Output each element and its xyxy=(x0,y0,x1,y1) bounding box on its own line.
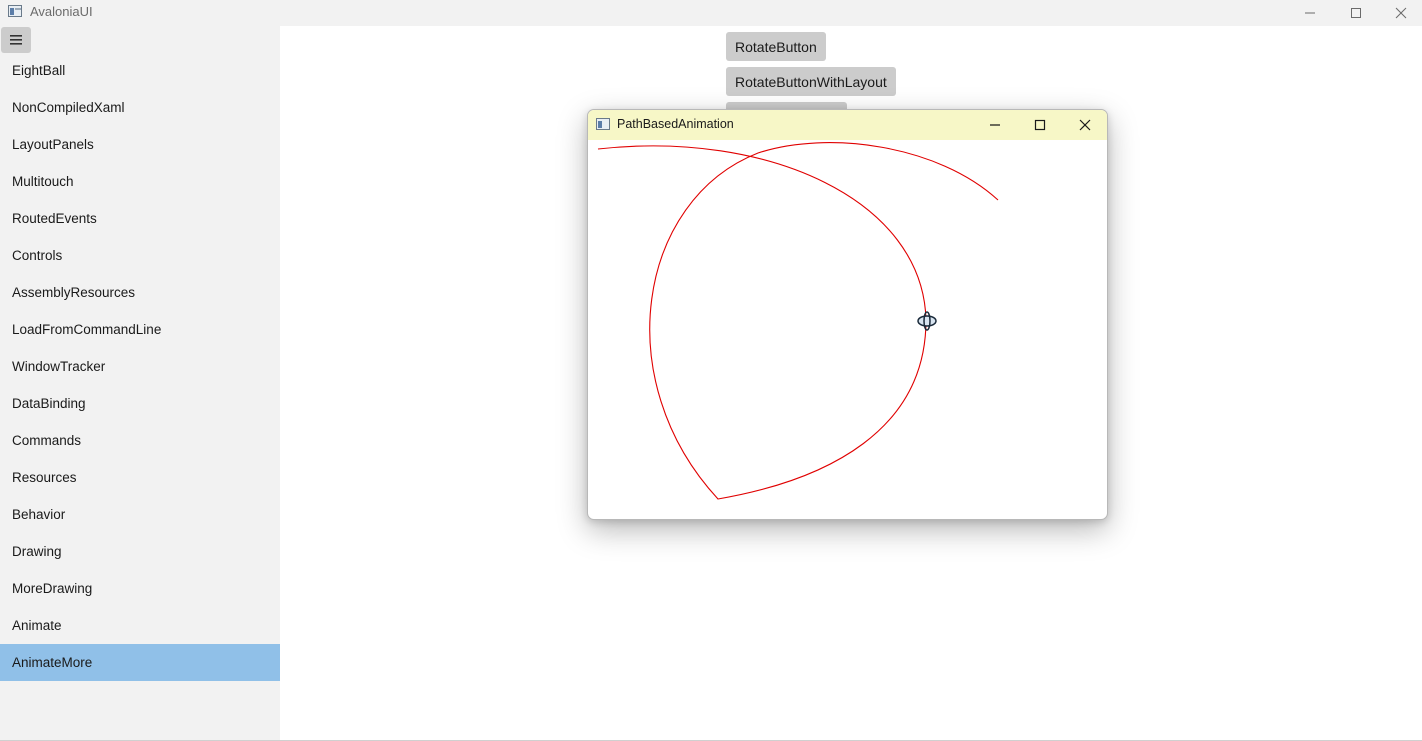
sidebar-item-commands[interactable]: Commands xyxy=(0,422,280,459)
sidebar: EightBall NonCompiledXaml LayoutPanels M… xyxy=(0,26,280,740)
sidebar-item-label: AssemblyResources xyxy=(12,285,136,300)
sidebar-item-label: Resources xyxy=(12,470,77,485)
title-bar[interactable]: AvaloniaUI xyxy=(0,0,1422,26)
path-based-animation-window[interactable]: PathBasedAnimation xyxy=(587,109,1108,520)
sidebar-item-label: DataBinding xyxy=(12,396,86,411)
hamburger-menu-button[interactable] xyxy=(1,27,31,53)
sidebar-item-label: EightBall xyxy=(12,63,66,78)
sidebar-item-label: AnimateMore xyxy=(12,655,93,670)
sidebar-item-loadfromcommandline[interactable]: LoadFromCommandLine xyxy=(0,311,280,348)
sidebar-item-label: NonCompiledXaml xyxy=(12,100,125,115)
close-icon xyxy=(1395,7,1407,19)
sidebar-item-behavior[interactable]: Behavior xyxy=(0,496,280,533)
sidebar-item-multitouch[interactable]: Multitouch xyxy=(0,163,280,200)
rotate-button[interactable]: RotateButton xyxy=(726,32,826,61)
sidebar-item-resources[interactable]: Resources xyxy=(0,459,280,496)
close-icon xyxy=(1079,119,1091,131)
sidebar-item-databinding[interactable]: DataBinding xyxy=(0,385,280,422)
child-minimize-button[interactable] xyxy=(975,112,1015,138)
sidebar-item-eightball[interactable]: EightBall xyxy=(0,52,280,89)
child-maximize-button[interactable] xyxy=(1020,112,1060,138)
maximize-button[interactable] xyxy=(1333,0,1379,26)
sidebar-item-windowtracker[interactable]: WindowTracker xyxy=(0,348,280,385)
maximize-icon xyxy=(1034,119,1046,131)
minimize-icon xyxy=(990,124,1000,126)
sidebar-nav-list: EightBall NonCompiledXaml LayoutPanels M… xyxy=(0,52,280,681)
sidebar-item-drawing[interactable]: Drawing xyxy=(0,533,280,570)
animation-path xyxy=(597,142,999,500)
sidebar-item-label: Behavior xyxy=(12,507,66,522)
sidebar-item-moredrawing[interactable]: MoreDrawing xyxy=(0,570,280,607)
sidebar-item-label: LoadFromCommandLine xyxy=(12,322,162,337)
main-window: AvaloniaUI EightBall NonCompiledXaml Lay… xyxy=(0,0,1422,741)
hamburger-icon xyxy=(10,35,22,45)
sidebar-item-label: MoreDrawing xyxy=(12,581,93,596)
sidebar-item-layoutpanels[interactable]: LayoutPanels xyxy=(0,126,280,163)
animation-canvas xyxy=(597,142,999,500)
sidebar-item-label: Commands xyxy=(12,433,82,448)
rotating-ellipse-marker-icon xyxy=(917,311,937,331)
app-icon xyxy=(8,5,22,17)
child-window-title: PathBasedAnimation xyxy=(617,117,734,131)
sidebar-item-animatemore[interactable]: AnimateMore xyxy=(0,644,280,681)
close-button[interactable] xyxy=(1378,0,1422,26)
sidebar-item-label: Multitouch xyxy=(12,174,74,189)
child-title-bar[interactable]: PathBasedAnimation xyxy=(588,110,1107,140)
sidebar-item-noncompiledxaml[interactable]: NonCompiledXaml xyxy=(0,89,280,126)
window-title: AvaloniaUI xyxy=(30,4,93,19)
sidebar-item-assemblyresources[interactable]: AssemblyResources xyxy=(0,274,280,311)
sidebar-item-label: WindowTracker xyxy=(12,359,106,374)
sidebar-item-label: Animate xyxy=(12,618,62,633)
sidebar-item-label: Drawing xyxy=(12,544,62,559)
child-app-icon xyxy=(596,118,610,130)
sidebar-item-label: LayoutPanels xyxy=(12,137,94,152)
child-close-button[interactable] xyxy=(1065,112,1105,138)
minimize-icon xyxy=(1305,12,1315,14)
sidebar-item-label: RoutedEvents xyxy=(12,211,97,226)
sidebar-item-controls[interactable]: Controls xyxy=(0,237,280,274)
maximize-icon xyxy=(1351,8,1361,18)
minimize-button[interactable] xyxy=(1287,0,1333,26)
rotate-button-with-layout[interactable]: RotateButtonWithLayout xyxy=(726,67,896,96)
sidebar-item-routedevents[interactable]: RoutedEvents xyxy=(0,200,280,237)
sidebar-item-animate[interactable]: Animate xyxy=(0,607,280,644)
sidebar-item-label: Controls xyxy=(12,248,63,263)
